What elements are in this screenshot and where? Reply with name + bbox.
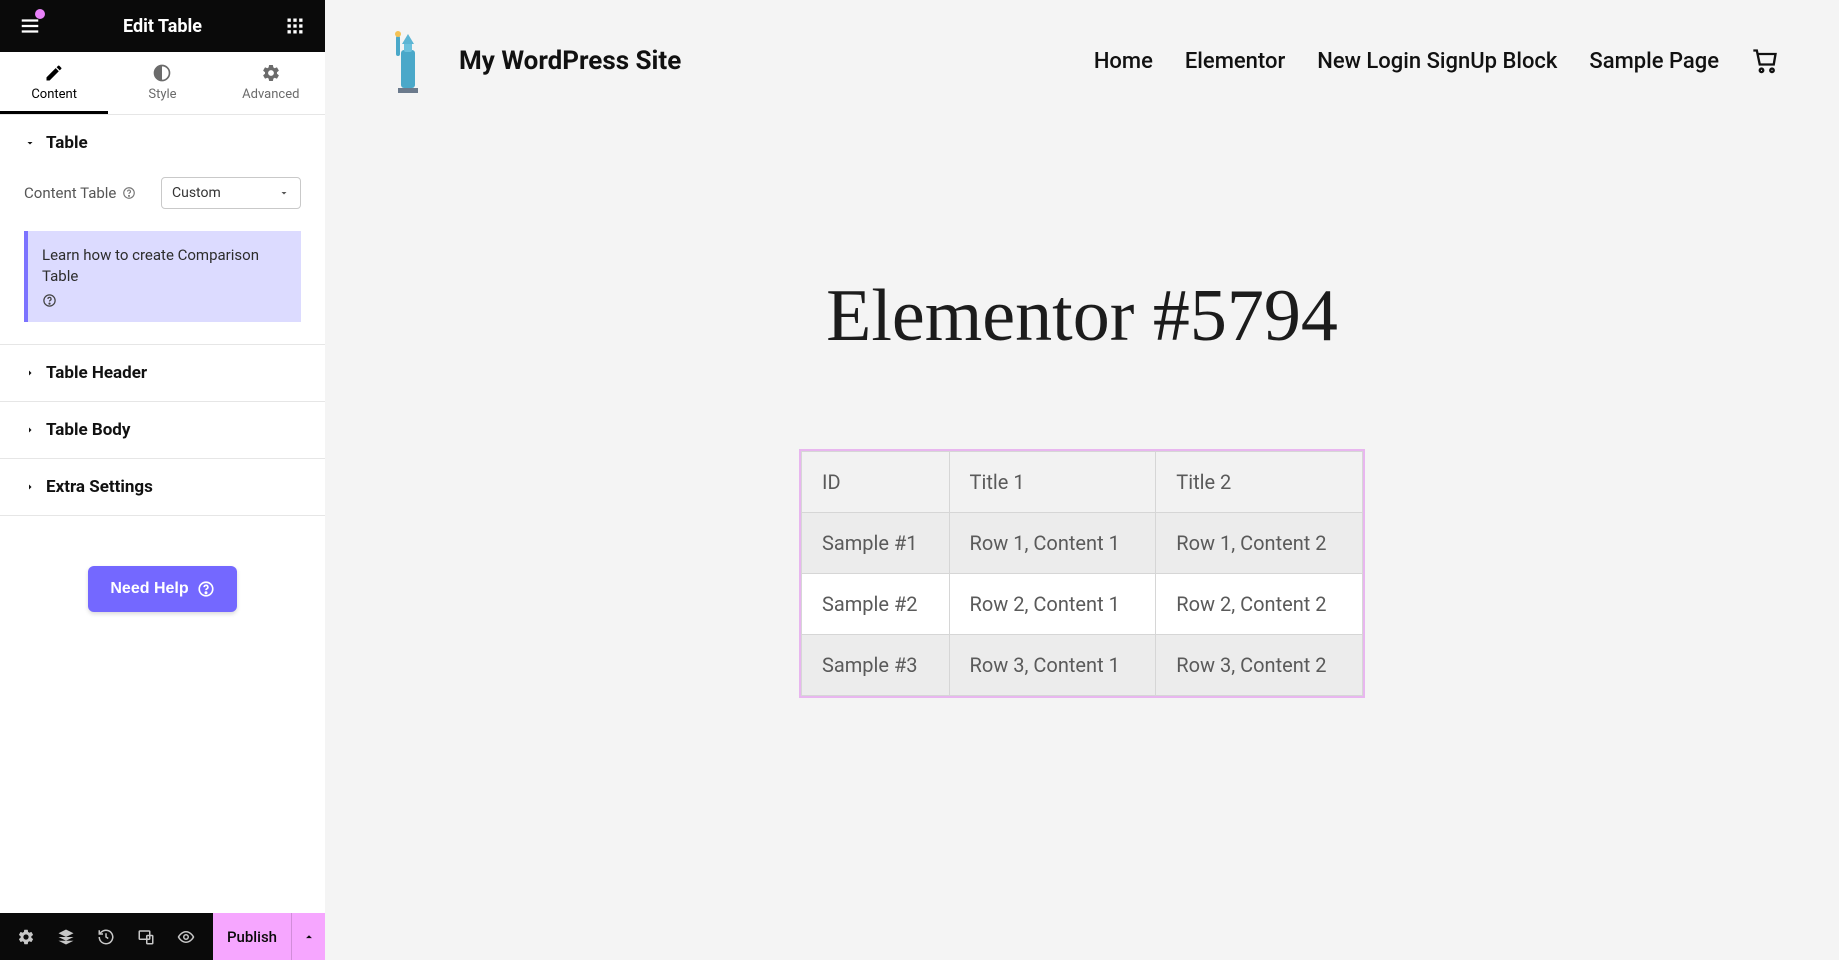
content-table-label-text: Content Table — [24, 184, 116, 202]
nav-link[interactable]: Elementor — [1185, 49, 1285, 74]
section-table-header[interactable]: Table Header — [0, 345, 325, 402]
table-header-cell: Title 2 — [1156, 452, 1363, 513]
editor-footer: Publish — [0, 913, 325, 960]
widgets-panel-button[interactable] — [279, 10, 311, 42]
tab-advanced-label: Advanced — [242, 87, 299, 102]
nav-link[interactable]: Home — [1094, 49, 1153, 74]
caret-right-icon — [24, 424, 36, 436]
settings-button[interactable] — [6, 913, 46, 960]
editor-title: Edit Table — [123, 16, 202, 37]
content-table-label: Content Table — [24, 184, 136, 202]
publish-button[interactable]: Publish — [213, 928, 291, 946]
table-cell: Sample #2 — [802, 574, 950, 635]
notification-dot — [35, 9, 45, 19]
table-header-cell: Title 1 — [949, 452, 1156, 513]
history-icon — [97, 928, 115, 946]
table-cell: Row 1, Content 1 — [949, 513, 1156, 574]
content-table-field: Content Table Custom — [24, 177, 301, 209]
info-text: Learn how to create Comparison Table — [42, 245, 287, 287]
table-row: Sample #2 Row 2, Content 1 Row 2, Conten… — [802, 574, 1363, 635]
layers-icon — [57, 928, 75, 946]
table-cell: Row 2, Content 1 — [949, 574, 1156, 635]
gear-icon — [261, 63, 281, 83]
info-comparison-table[interactable]: Learn how to create Comparison Table — [24, 231, 301, 322]
help-icon — [197, 580, 215, 598]
site-name[interactable]: My WordPress Site — [459, 46, 681, 76]
editor-sidebar: Edit Table Content Style Advanced Table … — [0, 0, 325, 960]
editor-tabs: Content Style Advanced — [0, 52, 325, 115]
statue-icon — [385, 28, 431, 94]
history-button[interactable] — [86, 913, 126, 960]
table-widget[interactable]: ID Title 1 Title 2 Sample #1 Row 1, Cont… — [799, 449, 1365, 698]
page-title: Elementor #5794 — [325, 274, 1839, 359]
table-row: Sample #3 Row 3, Content 1 Row 3, Conten… — [802, 635, 1363, 696]
site-header: My WordPress Site Home Elementor New Log… — [325, 0, 1839, 104]
section-table[interactable]: Table — [0, 115, 325, 171]
tab-content[interactable]: Content — [0, 52, 108, 114]
site-nav: Home Elementor New Login SignUp Block Sa… — [1094, 47, 1779, 75]
cart-button[interactable] — [1751, 47, 1779, 75]
panel-body: Table Content Table Custom Learn how to … — [0, 115, 325, 960]
tab-style[interactable]: Style — [108, 52, 216, 114]
cart-icon — [1751, 47, 1779, 75]
nav-link[interactable]: New Login SignUp Block — [1317, 49, 1557, 74]
responsive-button[interactable] — [126, 913, 166, 960]
pencil-icon — [44, 63, 64, 83]
chevron-up-icon — [302, 930, 316, 944]
tab-style-label: Style — [148, 87, 176, 102]
section-table-body-label: Table Body — [46, 420, 130, 440]
caret-right-icon — [24, 481, 36, 493]
publish-button-group: Publish — [213, 913, 325, 960]
preview-button[interactable] — [166, 913, 206, 960]
table-header-cell: ID — [802, 452, 950, 513]
content-table-select-value: Custom — [172, 185, 221, 201]
chevron-down-icon — [278, 187, 290, 199]
tab-content-label: Content — [31, 87, 77, 102]
table: ID Title 1 Title 2 Sample #1 Row 1, Cont… — [801, 451, 1363, 696]
table-cell: Row 1, Content 2 — [1156, 513, 1363, 574]
eye-icon — [177, 928, 195, 946]
publish-options-button[interactable] — [291, 913, 325, 960]
table-cell: Row 3, Content 1 — [949, 635, 1156, 696]
gear-icon — [17, 928, 35, 946]
table-cell: Sample #3 — [802, 635, 950, 696]
site-brand: My WordPress Site — [385, 28, 681, 94]
preview-canvas: My WordPress Site Home Elementor New Log… — [325, 0, 1839, 960]
responsive-icon — [137, 928, 155, 946]
section-extra-settings-label: Extra Settings — [46, 477, 153, 497]
grid-icon — [285, 16, 305, 36]
help-icon[interactable] — [122, 186, 136, 200]
editor-header: Edit Table — [0, 0, 325, 52]
site-logo[interactable] — [385, 28, 431, 94]
content-table-select[interactable]: Custom — [161, 177, 301, 209]
help-icon — [42, 293, 57, 308]
section-table-body[interactable]: Table Body — [0, 402, 325, 459]
caret-down-icon — [24, 137, 36, 149]
navigator-button[interactable] — [46, 913, 86, 960]
table-cell: Row 2, Content 2 — [1156, 574, 1363, 635]
caret-right-icon — [24, 367, 36, 379]
need-help-label: Need Help — [110, 580, 188, 598]
need-help-button[interactable]: Need Help — [88, 566, 236, 612]
table-cell: Row 3, Content 2 — [1156, 635, 1363, 696]
table-row: Sample #1 Row 1, Content 1 Row 1, Conten… — [802, 513, 1363, 574]
contrast-icon — [152, 63, 172, 83]
tab-advanced[interactable]: Advanced — [217, 52, 325, 114]
section-table-content: Content Table Custom Learn how to create… — [0, 171, 325, 345]
table-header-row: ID Title 1 Title 2 — [802, 452, 1363, 513]
section-extra-settings[interactable]: Extra Settings — [0, 459, 325, 516]
section-table-label: Table — [46, 133, 88, 153]
table-cell: Sample #1 — [802, 513, 950, 574]
nav-link[interactable]: Sample Page — [1589, 49, 1719, 74]
menu-button[interactable] — [14, 10, 46, 42]
section-table-header-label: Table Header — [46, 363, 147, 383]
